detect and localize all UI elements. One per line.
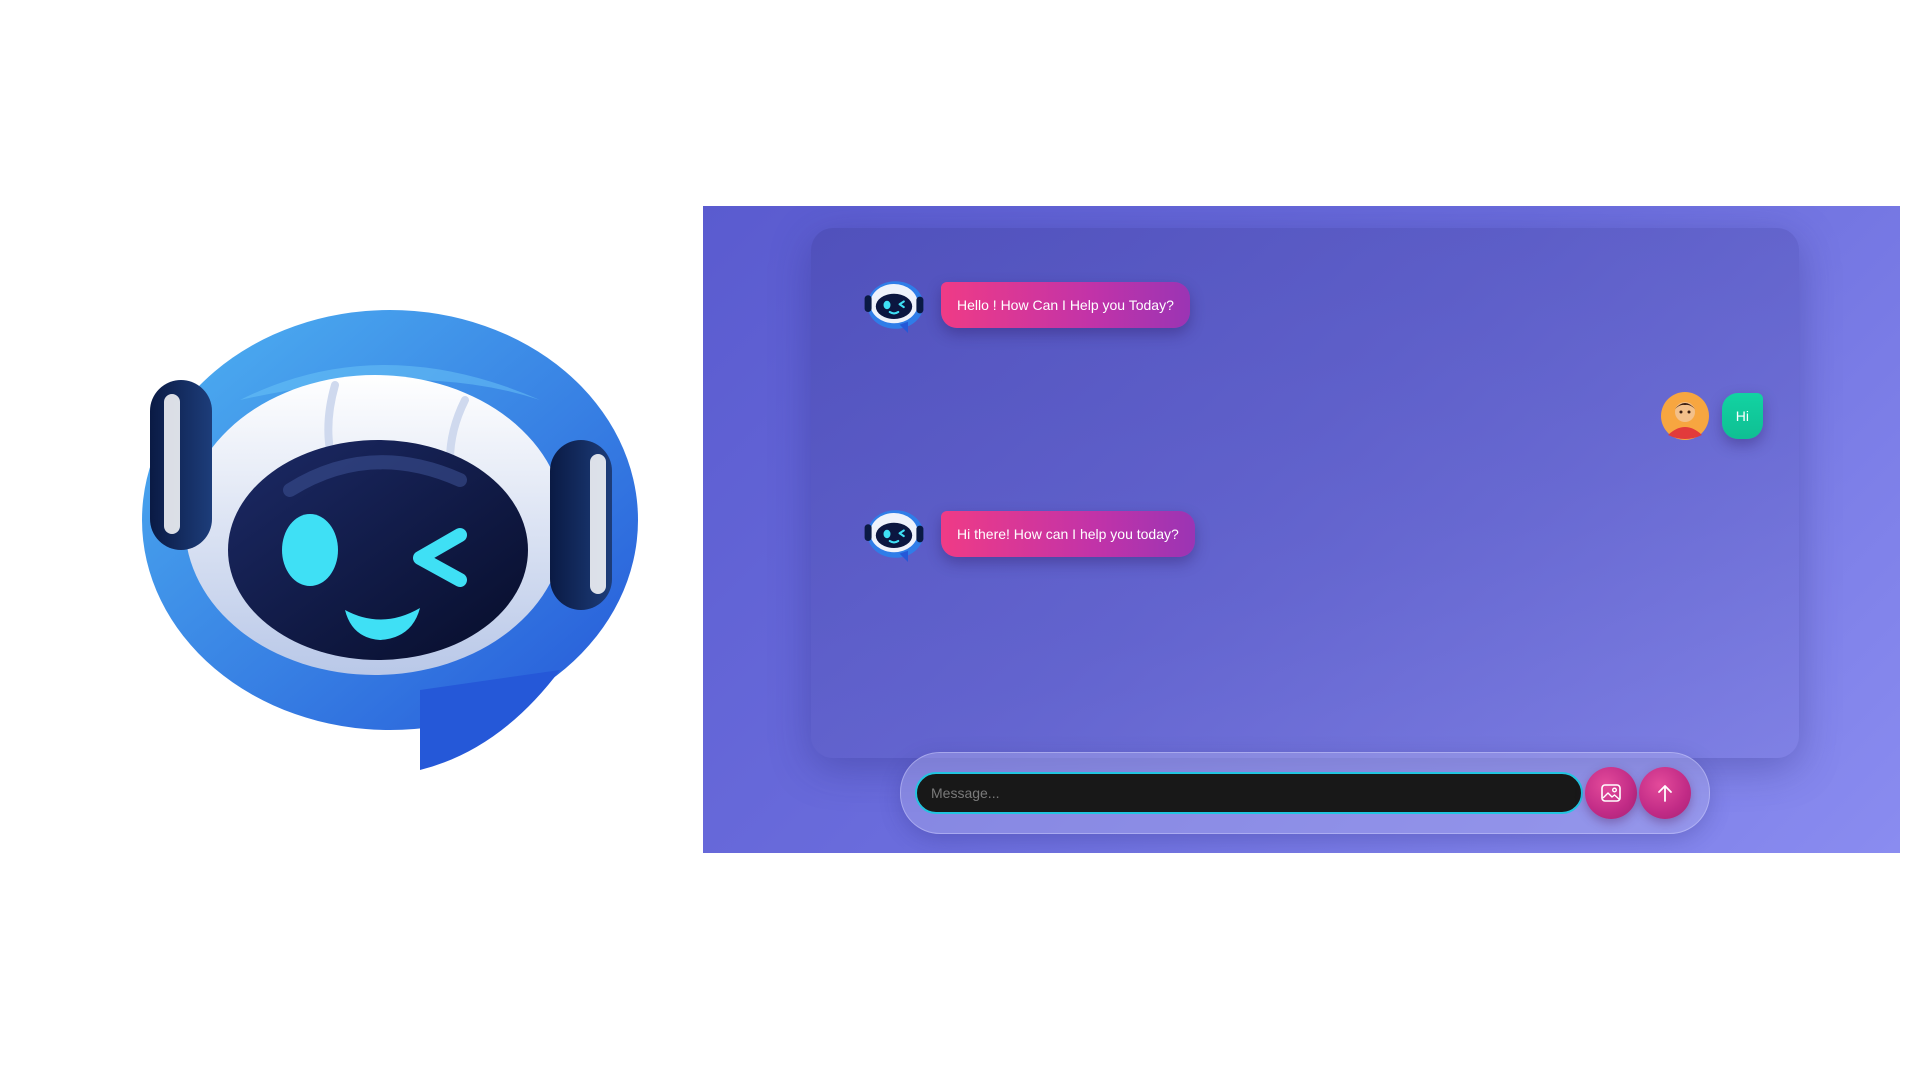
- user-message-bubble: Hi: [1721, 393, 1763, 439]
- send-button[interactable]: [1639, 767, 1691, 819]
- bot-message: Hello ! How Can I Help you Today?: [859, 270, 1190, 340]
- user-message: Hi: [1660, 391, 1763, 441]
- image-upload-button[interactable]: [1585, 767, 1637, 819]
- message-input[interactable]: [915, 772, 1583, 814]
- robot-chat-logo-icon: [120, 290, 640, 790]
- image-upload-icon: [1601, 784, 1621, 802]
- page: Hello ! How Can I Help you Today? Hi Hi …: [0, 0, 1920, 1080]
- robot-avatar-icon: [859, 270, 929, 340]
- bot-message-bubble: Hello ! How Can I Help you Today?: [941, 282, 1190, 328]
- robot-avatar-icon: [859, 499, 929, 569]
- user-avatar-icon: [1660, 392, 1709, 440]
- chat-app: Hello ! How Can I Help you Today? Hi Hi …: [703, 206, 1900, 853]
- bot-message: Hi there! How can I help you today?: [859, 499, 1195, 569]
- chat-history-panel[interactable]: Hello ! How Can I Help you Today? Hi Hi …: [811, 228, 1799, 758]
- arrow-up-icon: [1658, 785, 1672, 802]
- message-composer: [900, 752, 1710, 834]
- bot-message-bubble: Hi there! How can I help you today?: [941, 511, 1195, 557]
